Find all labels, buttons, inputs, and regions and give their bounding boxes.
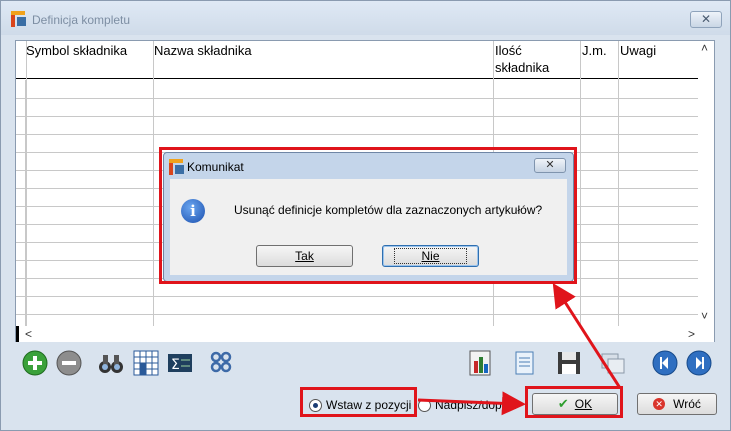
toolbar: Σ [15, 347, 715, 379]
column-divider [26, 41, 27, 326]
column-header-symbol[interactable]: Symbol składnika [26, 42, 127, 59]
radio-unselected-icon[interactable] [418, 398, 431, 412]
horizontal-scrollbar[interactable]: < > [16, 326, 714, 342]
back-label: Wróć [673, 397, 701, 411]
document-icon[interactable] [511, 349, 539, 377]
grid-header: Symbol składnika Nazwa składnika Ilość s… [16, 41, 698, 79]
table-row-separator [16, 116, 698, 117]
window-title: Definicja kompletu [32, 13, 131, 27]
app-icon [11, 11, 27, 27]
highlight-insert-radio [300, 387, 417, 417]
column-header-unit[interactable]: J.m. [582, 42, 607, 59]
svg-text:Σ: Σ [171, 357, 180, 373]
column-divider [153, 41, 154, 326]
column-header-quantity[interactable]: Ilość składnika [495, 42, 549, 76]
links-icon[interactable] [208, 349, 236, 377]
column-divider [580, 41, 581, 326]
scroll-thumb[interactable] [16, 326, 19, 342]
row-indicator-column [16, 80, 26, 326]
table-row-separator [16, 98, 698, 99]
scroll-up-icon[interactable]: ˄ [701, 41, 708, 55]
binoculars-icon[interactable] [97, 349, 125, 377]
scroll-down-icon[interactable]: ˅ [701, 309, 708, 323]
chart-report-icon[interactable] [467, 349, 495, 377]
table-row-separator [16, 296, 698, 297]
vertical-scrollbar[interactable]: ˄ ˅ [698, 41, 714, 326]
radio-overwrite-append[interactable]: Nadpisz/dopisz [418, 395, 516, 415]
column-header-name[interactable]: Nazwa składnika [154, 42, 252, 59]
highlight-ok-button [525, 386, 623, 418]
grid-view-icon[interactable] [132, 349, 160, 377]
first-record-icon[interactable] [651, 349, 679, 377]
close-button[interactable]: ✕ [690, 11, 722, 28]
save-icon[interactable] [555, 349, 583, 377]
title-bar: Definicja kompletu ✕ [1, 1, 730, 35]
radio-overwrite-label: Nadpisz/dopisz [435, 398, 517, 412]
column-header-notes[interactable]: Uwagi [620, 42, 656, 59]
table-row-separator [16, 134, 698, 135]
column-divider [618, 41, 619, 326]
scroll-left-icon[interactable]: < [25, 327, 32, 341]
last-record-icon[interactable] [685, 349, 713, 377]
scroll-right-icon[interactable]: > [688, 327, 695, 341]
remove-icon[interactable] [55, 349, 83, 377]
highlight-dialog [159, 147, 577, 284]
sum-icon[interactable]: Σ [166, 349, 194, 377]
cancel-icon: ✕ [653, 398, 666, 410]
back-button[interactable]: ✕ Wróć [637, 393, 717, 415]
windows-icon[interactable] [599, 349, 627, 377]
table-row-separator [16, 314, 698, 315]
add-icon[interactable] [21, 349, 49, 377]
